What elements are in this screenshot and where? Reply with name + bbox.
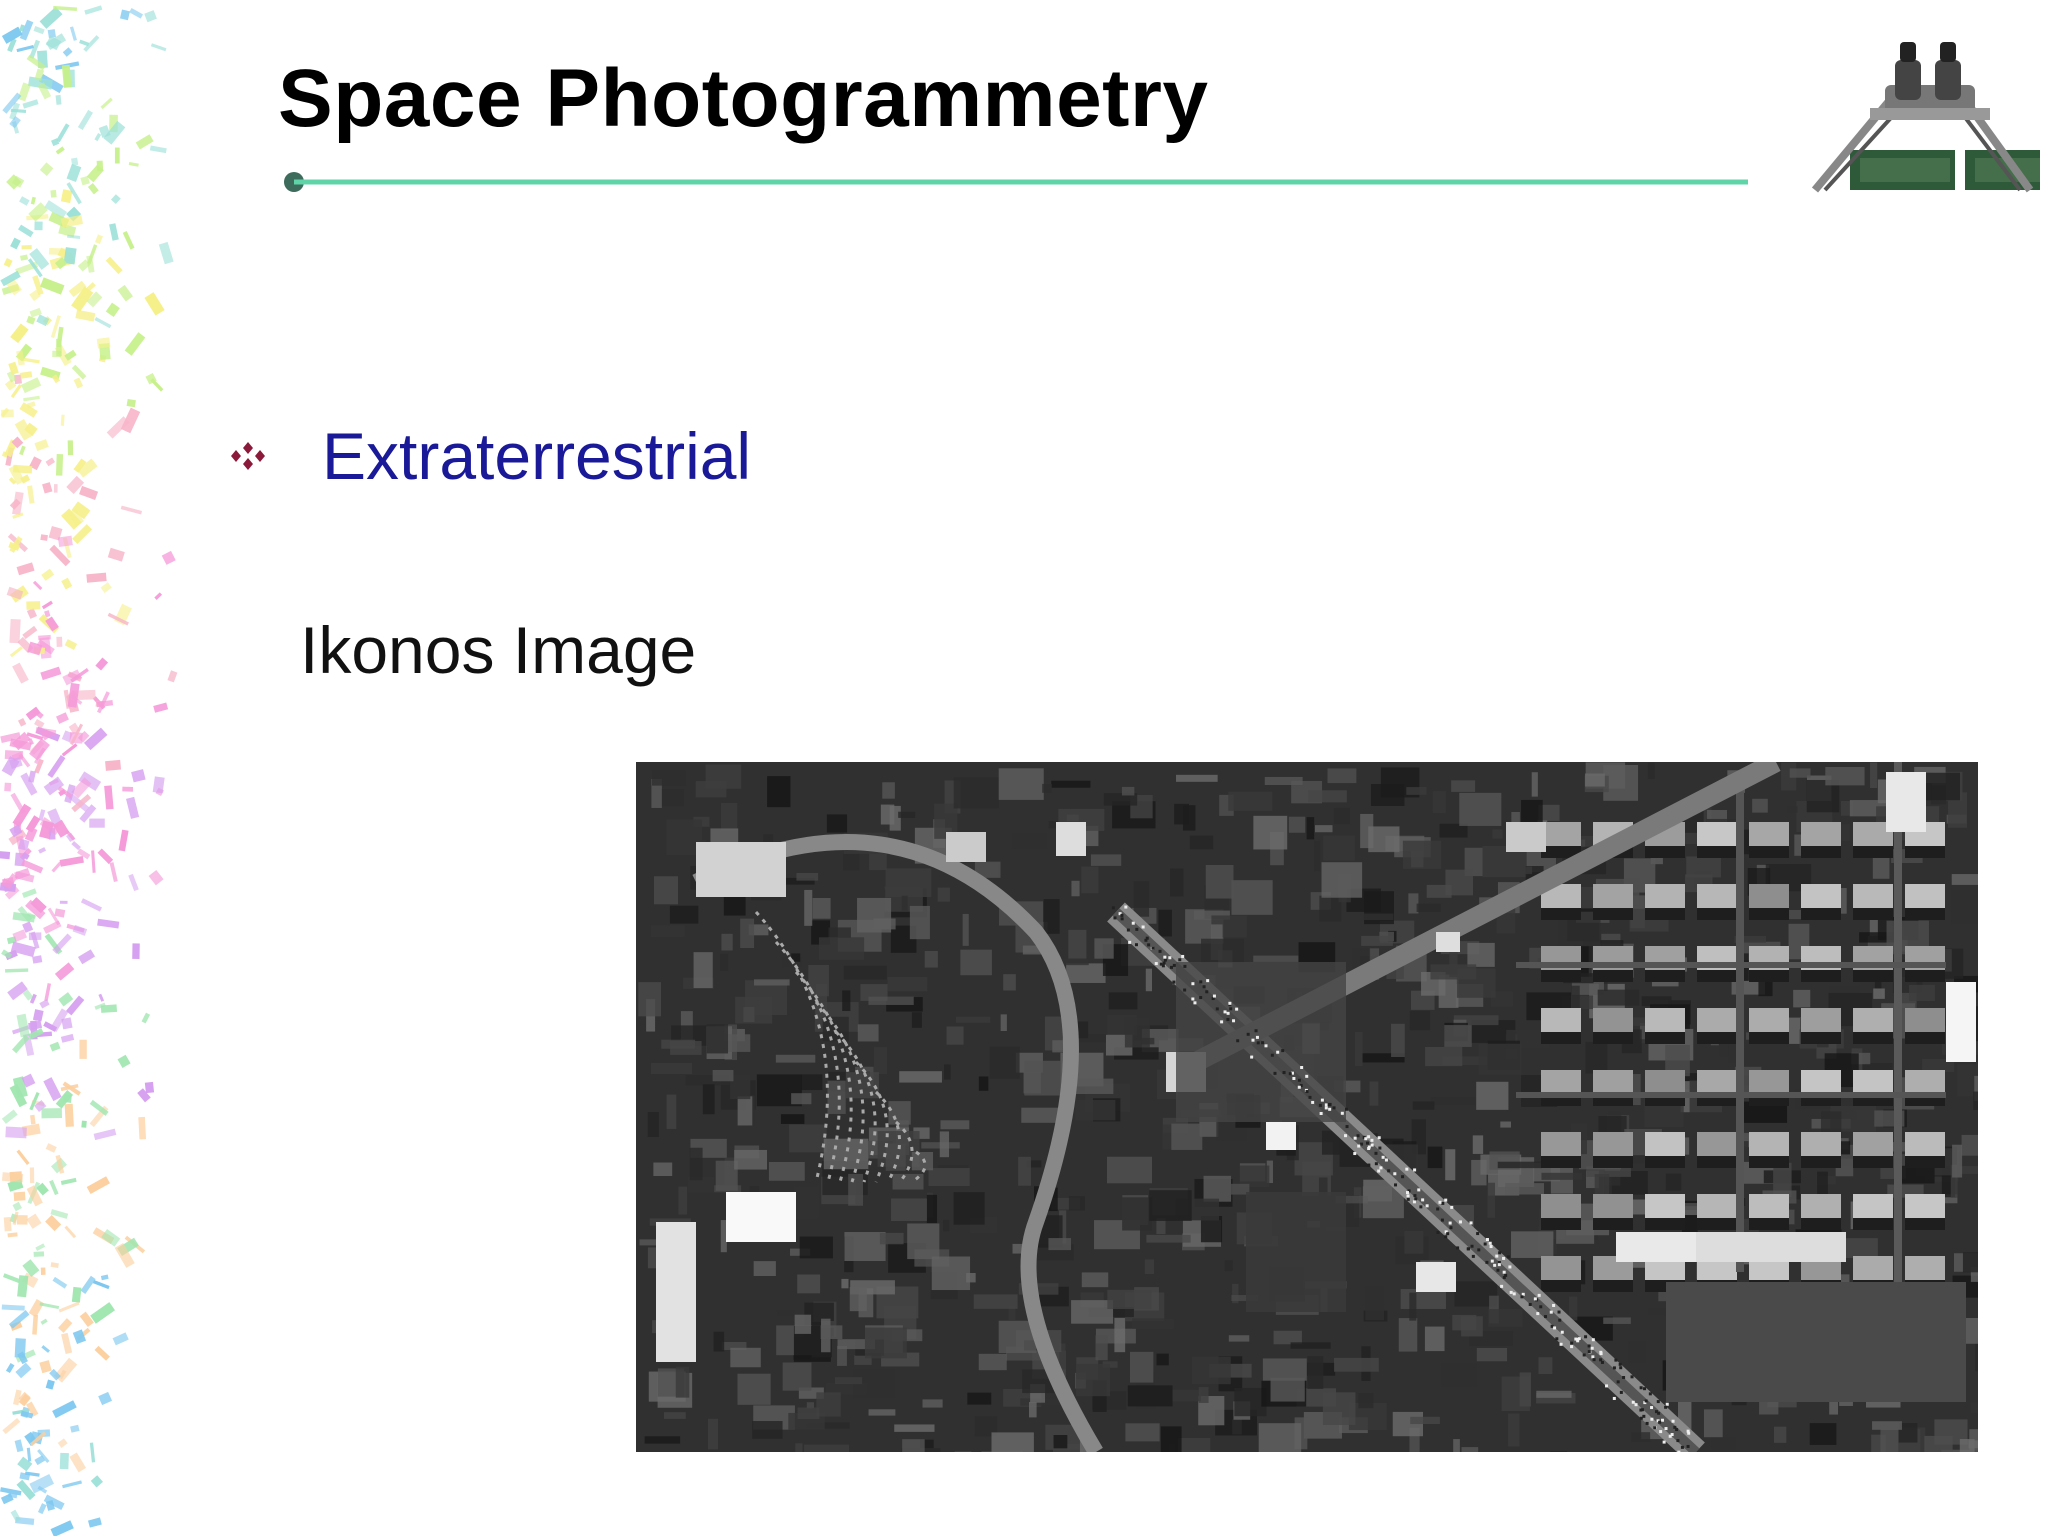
bullet-item: Extraterrestrial bbox=[230, 418, 751, 494]
confetti-decoration bbox=[0, 5, 178, 1536]
satellite-image bbox=[636, 762, 1978, 1452]
image-caption: Ikonos Image bbox=[300, 613, 697, 687]
stereoscope-icon bbox=[1811, 42, 2040, 193]
four-diamond-bullet-icon bbox=[231, 442, 265, 470]
slide-title: Space Photogrammetry bbox=[278, 53, 1209, 144]
title-underline bbox=[284, 172, 1748, 192]
bullet-text: Extraterrestrial bbox=[322, 419, 752, 493]
